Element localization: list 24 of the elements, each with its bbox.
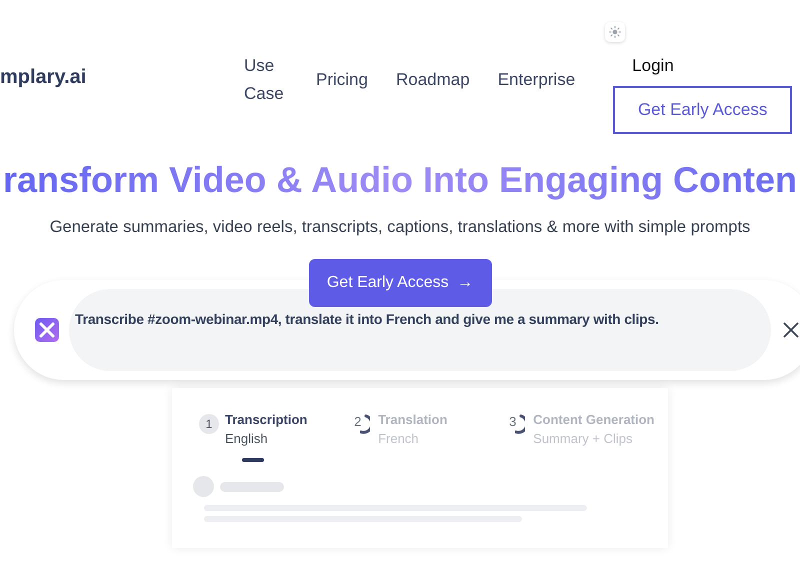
nav-link[interactable]: Pricing bbox=[316, 66, 368, 94]
sun-icon bbox=[609, 26, 622, 38]
step-subtitle: English bbox=[225, 431, 269, 446]
theme-toggle-button[interactable] bbox=[605, 22, 626, 42]
nav-link[interactable]: Use Case bbox=[244, 52, 288, 108]
step-title: Translation bbox=[378, 412, 448, 427]
step-subtitle: French bbox=[378, 431, 420, 446]
step-subtitle: Summary + Clips bbox=[533, 431, 634, 446]
step-title: Transcription bbox=[225, 412, 308, 427]
x-logo-icon bbox=[35, 318, 59, 342]
prompt-field[interactable]: Transcribe #zoom-webinar.mp4, translate it into French and give me a summary with clips. bbox=[69, 289, 771, 371]
step-title: Content Generation bbox=[533, 412, 654, 427]
step-number: 3 bbox=[509, 414, 516, 429]
nav-link[interactable]: Roadmap bbox=[396, 66, 470, 94]
logo-text[interactable]: mplary.ai bbox=[0, 66, 244, 89]
hero-subtitle: Generate summaries, video reels, transcripts, captions, translations & more with simple prompts bbox=[48, 218, 752, 237]
step-number: 2 bbox=[354, 414, 362, 429]
early-access-button[interactable]: Get Early Access → bbox=[308, 259, 492, 307]
active-step-indicator bbox=[242, 458, 264, 462]
login-link[interactable]: Login bbox=[632, 56, 674, 76]
step-number: 1 bbox=[199, 414, 219, 434]
nav-link[interactable]: Enterprise bbox=[498, 66, 576, 94]
early-access-button[interactable]: Get Early Access bbox=[613, 86, 792, 134]
close-icon[interactable] bbox=[783, 322, 799, 338]
